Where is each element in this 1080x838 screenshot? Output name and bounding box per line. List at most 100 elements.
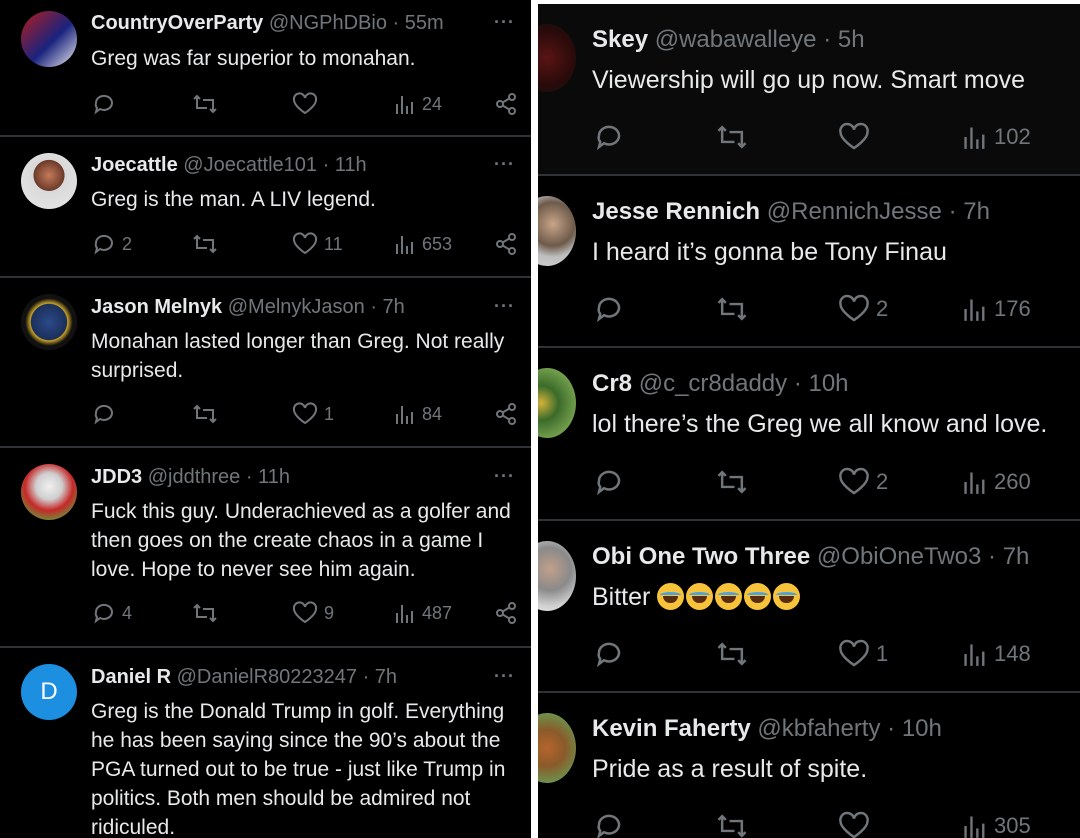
more-icon[interactable]: ···: [494, 666, 515, 687]
retweet-button[interactable]: [716, 122, 754, 152]
author-name[interactable]: Obi One Two Three: [592, 543, 810, 570]
views-button[interactable]: 84: [394, 402, 442, 426]
avatar[interactable]: [538, 196, 576, 266]
retweet-button[interactable]: [716, 639, 754, 669]
reply-button[interactable]: [594, 811, 630, 838]
author-handle[interactable]: @Joecattle101: [183, 154, 317, 176]
author-name[interactable]: Kevin Faherty: [592, 715, 751, 742]
more-icon[interactable]: ···: [494, 154, 515, 175]
reply-button[interactable]: [92, 402, 122, 426]
reply-button[interactable]: [92, 92, 122, 116]
views-button[interactable]: 102: [962, 122, 1031, 152]
views-button[interactable]: 653: [394, 232, 452, 256]
action-bar: 1 84: [0, 402, 531, 428]
retweet-button[interactable]: [716, 467, 754, 497]
retweet-button[interactable]: [716, 811, 754, 838]
reply-tweet[interactable]: Joecattle @Joecattle101 · 11h ··· Greg i…: [0, 137, 531, 278]
author-handle[interactable]: @jddthree: [148, 466, 241, 488]
views-button[interactable]: 260: [962, 467, 1031, 497]
tweet-time[interactable]: · 55m: [393, 12, 444, 34]
reply-button[interactable]: 2: [92, 232, 132, 256]
tweet-time[interactable]: · 7h: [949, 198, 990, 225]
reply-tweet[interactable]: Kevin Faherty @kbfaherty · 10h Pride as …: [538, 693, 1080, 838]
avatar[interactable]: [21, 153, 77, 209]
tweet-time[interactable]: · 11h: [323, 154, 367, 176]
tweet-time[interactable]: · 5h: [823, 26, 864, 53]
like-button[interactable]: [292, 92, 324, 116]
more-icon[interactable]: ···: [494, 466, 515, 487]
share-button[interactable]: [494, 402, 518, 426]
like-button[interactable]: [838, 122, 876, 152]
avatar[interactable]: [538, 368, 576, 438]
retweet-button[interactable]: [716, 294, 754, 324]
reply-tweet[interactable]: Obi One Two Three @ObiOneTwo3 · 7h Bitte…: [538, 521, 1080, 693]
avatar[interactable]: [21, 11, 77, 67]
reply-tweet[interactable]: D Daniel R @DanielR80223247 · 7h ··· Gre…: [0, 648, 531, 838]
avatar[interactable]: [538, 24, 576, 92]
tweet-time[interactable]: · 7h: [370, 296, 404, 318]
author-handle[interactable]: @kbfaherty: [757, 715, 880, 742]
author-name[interactable]: CountryOverParty: [91, 12, 263, 34]
action-bar: 102: [538, 122, 1080, 152]
share-button[interactable]: [494, 232, 518, 256]
more-icon[interactable]: ···: [494, 296, 515, 317]
views-button[interactable]: 487: [394, 601, 452, 625]
author-handle[interactable]: @c_cr8daddy: [639, 370, 787, 397]
like-count: 2: [876, 296, 889, 321]
author-name[interactable]: Skey: [592, 26, 648, 53]
author-name[interactable]: Cr8: [592, 370, 632, 397]
reply-button[interactable]: 4: [92, 601, 132, 625]
author-name[interactable]: JDD3: [91, 466, 142, 488]
reply-button[interactable]: [594, 122, 630, 152]
reply-tweet[interactable]: Jason Melnyk @MelnykJason · 7h ··· Monah…: [0, 278, 531, 448]
reply-tweet[interactable]: Skey @wabawalleye · 5h Viewership will g…: [538, 4, 1080, 176]
avatar[interactable]: [21, 294, 77, 350]
tweet-time[interactable]: · 11h: [246, 466, 290, 488]
reply-button[interactable]: [594, 467, 630, 497]
author-name[interactable]: Daniel R: [91, 666, 171, 688]
avatar[interactable]: [21, 464, 77, 520]
views-icon: [962, 122, 988, 152]
tweet-time[interactable]: · 7h: [988, 543, 1029, 570]
share-button[interactable]: [494, 92, 518, 116]
reply-tweet[interactable]: JDD3 @jddthree · 11h ··· Fuck this guy. …: [0, 448, 531, 648]
more-icon[interactable]: ···: [494, 12, 515, 33]
retweet-button[interactable]: [192, 92, 224, 116]
author-handle[interactable]: @NGPhDBio: [269, 12, 387, 34]
author-handle[interactable]: @MelnykJason: [228, 296, 365, 318]
author-handle[interactable]: @wabawalleye: [655, 26, 817, 53]
like-button[interactable]: 1: [838, 639, 888, 669]
action-bar: 2 260: [538, 467, 1080, 497]
like-button[interactable]: [838, 811, 876, 838]
avatar[interactable]: [538, 541, 576, 611]
avatar[interactable]: D: [21, 664, 77, 720]
author-handle[interactable]: @ObiOneTwo3: [817, 543, 981, 570]
reply-button[interactable]: [594, 294, 630, 324]
reply-button[interactable]: [594, 639, 630, 669]
retweet-button[interactable]: [192, 232, 224, 256]
reply-tweet[interactable]: Cr8 @c_cr8daddy · 10h lol there’s the Gr…: [538, 348, 1080, 521]
retweet-button[interactable]: [192, 402, 224, 426]
views-button[interactable]: 24: [394, 92, 442, 116]
author-name[interactable]: Joecattle: [91, 154, 178, 176]
author-name[interactable]: Jesse Rennich: [592, 198, 760, 225]
views-button[interactable]: 305: [962, 811, 1031, 838]
reply-tweet[interactable]: CountryOverParty @NGPhDBio · 55m ··· Gre…: [0, 0, 531, 137]
tweet-time[interactable]: · 7h: [363, 666, 397, 688]
author-handle[interactable]: @DanielR80223247: [177, 666, 357, 688]
like-button[interactable]: 9: [292, 601, 334, 625]
tweet-time[interactable]: · 10h: [794, 370, 849, 397]
like-button[interactable]: 2: [838, 467, 888, 497]
like-button[interactable]: 11: [292, 232, 343, 256]
views-button[interactable]: 148: [962, 639, 1031, 669]
author-handle[interactable]: @RennichJesse: [767, 198, 942, 225]
avatar[interactable]: [538, 713, 576, 783]
author-name[interactable]: Jason Melnyk: [91, 296, 222, 318]
reply-tweet[interactable]: Jesse Rennich @RennichJesse · 7h I heard…: [538, 176, 1080, 348]
like-button[interactable]: 1: [292, 402, 334, 426]
views-button[interactable]: 176: [962, 294, 1031, 324]
tweet-time[interactable]: · 10h: [887, 715, 942, 742]
retweet-button[interactable]: [192, 601, 224, 625]
share-button[interactable]: [494, 601, 518, 625]
like-button[interactable]: 2: [838, 294, 888, 324]
